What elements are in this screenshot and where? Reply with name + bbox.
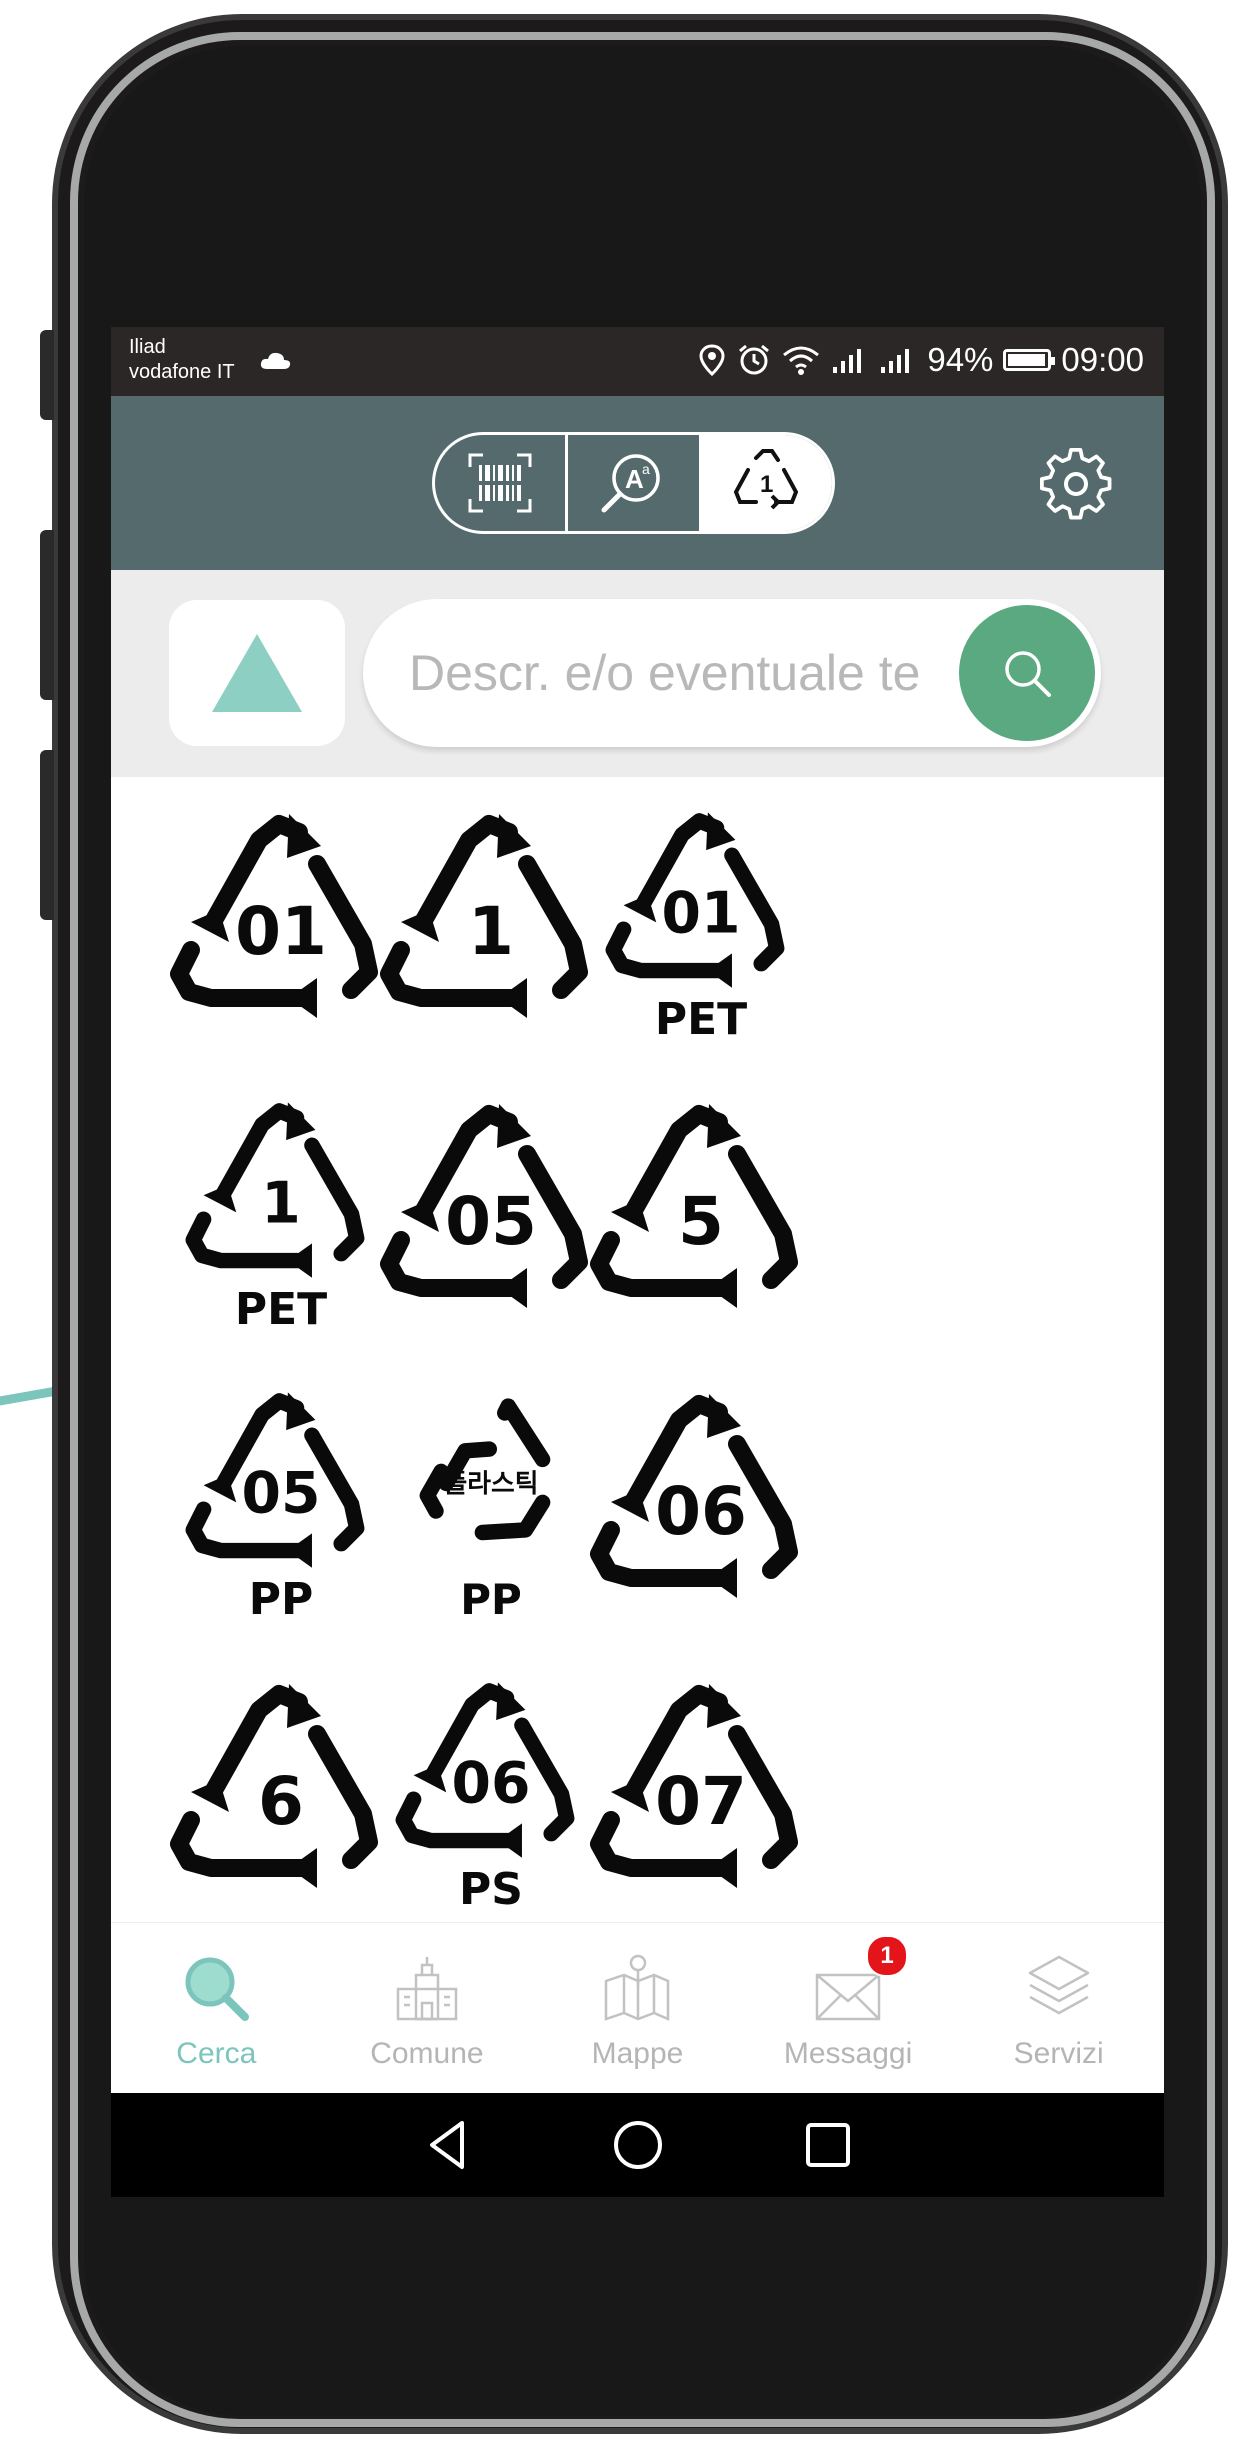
symbol-code: 05 (242, 1461, 321, 1527)
recycling-symbol-item[interactable]: 5 (571, 1092, 831, 1332)
carrier-name: Iliad (129, 336, 166, 358)
wifi-icon (783, 346, 820, 375)
carrier-info: Iliad vodafone IT (129, 335, 235, 385)
layers-icon (1028, 1955, 1089, 2015)
signal-icon-2 (881, 349, 910, 373)
nav-label: Cerca (176, 2037, 257, 2070)
signal-icon (833, 349, 862, 373)
search-button[interactable] (959, 605, 1095, 741)
clock: 09:00 (1061, 341, 1144, 378)
recycling-symbol-item[interactable]: 06 (571, 1382, 831, 1622)
battery-icon (1003, 349, 1056, 371)
text-search-icon: A a (601, 454, 661, 513)
recycling-symbol-item[interactable]: 01 PET (571, 802, 831, 1045)
recycling-symbol-icon: 07 (590, 1684, 798, 1888)
town-hall-icon (396, 1957, 458, 2021)
app-bar: A a 1 (111, 396, 1164, 570)
battery-percent: 94% (927, 341, 994, 378)
cloud-icon (260, 352, 291, 369)
symbol-code: 07 (655, 1763, 747, 1840)
back-icon[interactable] (418, 2115, 478, 2175)
symbol-code: 1 (468, 893, 514, 970)
app-screen: Iliad vodafone IT 94% 09:00 A a 1 Descr.… (111, 327, 1164, 2197)
triangle-icon (212, 634, 302, 712)
side-button (40, 330, 54, 420)
symbol-material: PET (655, 994, 747, 1045)
nav-label: Mappe (591, 2037, 684, 2070)
search-mode-switch: A a 1 (432, 432, 835, 534)
barcode-mode-tab[interactable] (435, 435, 569, 531)
recycling-symbol-grid: 01 1 01 PET 1 PET 05 5 05 PP 플라스틱 PP 06 6 06 PS 07 (111, 777, 1164, 1922)
text-search-mode-tab[interactable]: A a (568, 435, 702, 531)
nav-label: Comune (370, 2037, 484, 2070)
status-icons: 94% 09:00 (697, 341, 1144, 379)
symbol-material: PS (459, 1864, 523, 1915)
recycling-symbol-icon: 06 (590, 1394, 798, 1598)
status-bar: Iliad vodafone IT 94% 09:00 (111, 327, 1164, 396)
symbol-code: 06 (452, 1751, 531, 1817)
search-area (111, 570, 1164, 777)
volume-down-button (40, 750, 54, 920)
recycling-symbol-item[interactable]: 07 (571, 1672, 831, 1912)
bottom-navigation: Cerca Comune Mappe 1 Messaggi Servizi (111, 1922, 1164, 2094)
symbol-code: 01 (662, 881, 741, 947)
recycling-code-icon: 1 (733, 449, 799, 510)
nav-item-cerca[interactable]: Cerca (111, 1923, 322, 2094)
map-icon (605, 1954, 670, 2021)
search-field[interactable] (363, 599, 1101, 747)
system-navigation-bar (111, 2093, 1164, 2197)
gear-icon[interactable] (1040, 448, 1112, 520)
svg-text:a: a (642, 461, 650, 477)
recents-icon[interactable] (798, 2115, 858, 2175)
nav-item-comune[interactable]: Comune (322, 1923, 533, 2094)
home-icon[interactable] (608, 2115, 668, 2175)
svg-text:1: 1 (760, 471, 773, 498)
location-icon (699, 344, 725, 376)
symbol-material: PET (235, 1284, 327, 1335)
symbol-code: 06 (655, 1473, 747, 1550)
nav-label: Servizi (1013, 2037, 1104, 2070)
nav-item-messaggi[interactable]: 1 Messaggi (743, 1923, 954, 2094)
symbol-code: 플라스틱 (444, 1469, 539, 1499)
search-input[interactable] (407, 635, 941, 711)
symbol-code: 6 (258, 1763, 304, 1840)
recycling-symbol-icon: 5 (590, 1104, 798, 1308)
symbol-code: 1 (261, 1171, 301, 1237)
nav-item-servizi[interactable]: Servizi (953, 1923, 1164, 2094)
symbol-code: 01 (235, 893, 327, 970)
symbol-filter-button[interactable] (169, 600, 345, 746)
nav-item-mappe[interactable]: Mappe (532, 1923, 743, 2094)
volume-up-button (40, 530, 54, 700)
symbol-material: PP (460, 1575, 522, 1624)
search-icon (185, 1957, 250, 2021)
symbol-material: PP (249, 1574, 314, 1625)
nav-label: Messaggi (783, 2037, 913, 2070)
recycling-code-mode-tab[interactable]: 1 (701, 435, 832, 531)
carrier-name-secondary: vodafone IT (129, 361, 235, 383)
barcode-scan-icon (468, 453, 532, 513)
recycling-symbol-icon: 01 PET (605, 812, 785, 1045)
search-icon (1005, 651, 1051, 697)
symbol-code: 05 (445, 1183, 537, 1260)
unread-badge: 1 (866, 1935, 909, 1977)
symbol-code: 5 (678, 1183, 724, 1260)
alarm-icon (739, 344, 770, 375)
